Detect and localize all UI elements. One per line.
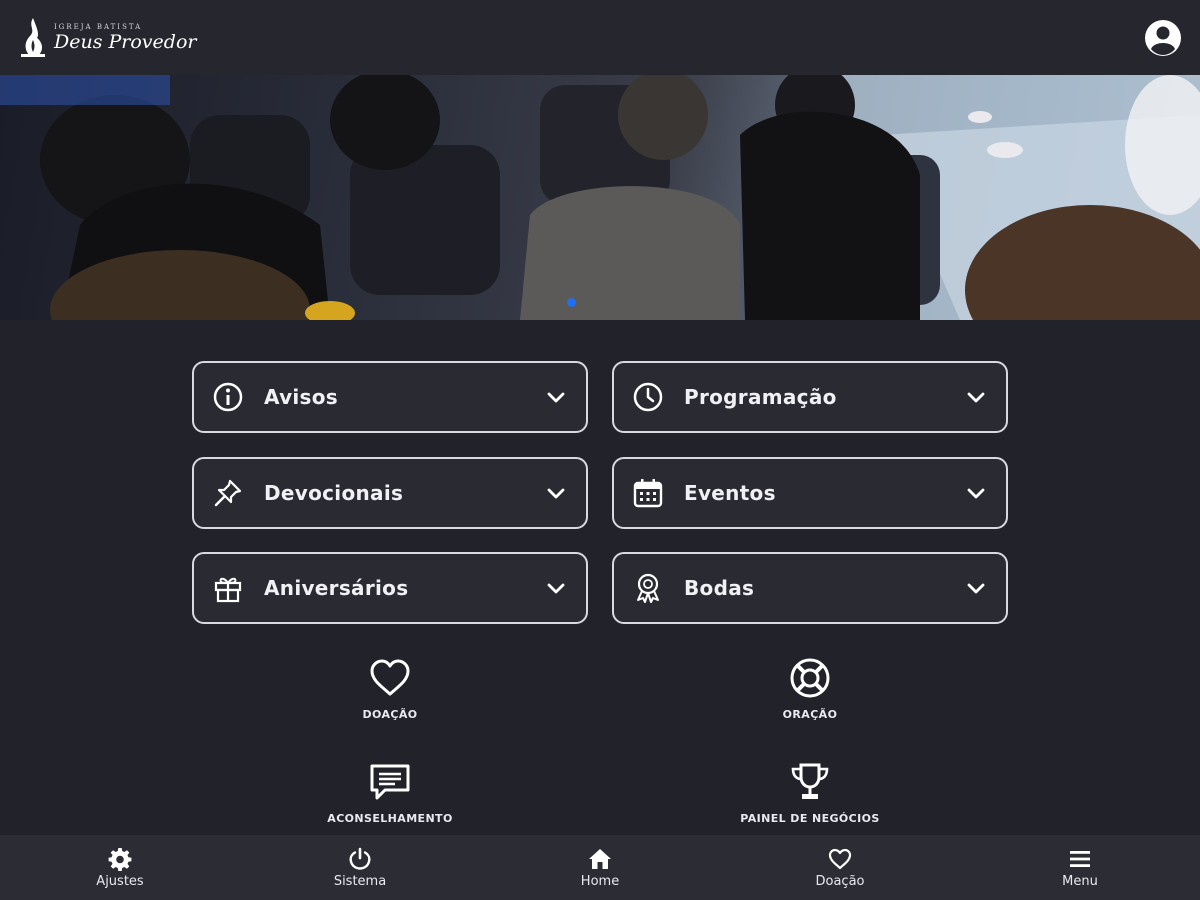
card-label: Devocionais [264, 481, 404, 505]
home-icon [587, 846, 613, 872]
quick-action-label: ACONSELHAMENTO [327, 812, 453, 825]
nav-item-doacao[interactable]: Doação [720, 846, 960, 889]
nav-item-home[interactable]: Home [480, 846, 720, 889]
nav-item-sistema[interactable]: Sistema [240, 846, 480, 889]
quick-action-oracao[interactable]: ORAÇÃO [710, 656, 910, 721]
nav-item-ajustes[interactable]: Ajustes [0, 846, 240, 889]
heart-icon [368, 656, 412, 700]
quick-action-label: PAINEL DE NEGÓCIOS [740, 812, 880, 825]
chevron-down-icon [547, 583, 565, 594]
card-devocionais[interactable]: Devocionais [192, 457, 588, 529]
bottom-nav: Ajustes Sistema Home Doação Menu [0, 835, 1200, 900]
card-label: Programação [684, 385, 837, 409]
quick-action-painel-de-negocios[interactable]: PAINEL DE NEGÓCIOS [710, 760, 910, 825]
award-icon [632, 572, 664, 604]
card-label: Eventos [684, 481, 776, 505]
card-programacao[interactable]: Programação [612, 361, 1008, 433]
card-avisos[interactable]: Avisos [192, 361, 588, 433]
gift-icon [212, 572, 244, 604]
pin-icon [212, 477, 244, 509]
app-header: Igreja Batista Deus Provedor [0, 0, 1200, 75]
gear-icon [107, 846, 133, 872]
hero-photo [0, 75, 1200, 320]
clock-icon [632, 381, 664, 413]
nav-label: Sistema [333, 874, 387, 889]
chevron-down-icon [547, 488, 565, 499]
quick-action-label: ORAÇÃO [782, 708, 838, 721]
chevron-down-icon [967, 583, 985, 594]
lifebuoy-icon [788, 656, 832, 700]
card-aniversarios[interactable]: Aniversários [192, 552, 588, 624]
chevron-down-icon [547, 392, 565, 403]
message-icon [368, 760, 412, 804]
power-icon [347, 846, 373, 872]
trophy-icon [788, 760, 832, 804]
account-avatar-icon[interactable] [1144, 19, 1182, 57]
chevron-down-icon [967, 392, 985, 403]
menu-icon [1067, 846, 1093, 872]
card-label: Bodas [684, 576, 755, 600]
carousel-dot-active[interactable] [567, 298, 576, 307]
card-bodas[interactable]: Bodas [612, 552, 1008, 624]
card-label: Avisos [264, 385, 339, 409]
quick-action-label: DOAÇÃO [362, 708, 418, 721]
nav-label: Home [580, 874, 620, 889]
nav-label: Menu [1062, 874, 1098, 889]
chevron-down-icon [967, 488, 985, 499]
quick-action-doacao[interactable]: DOAÇÃO [290, 656, 490, 721]
card-label: Aniversários [264, 576, 409, 600]
nav-label: Doação [815, 874, 865, 889]
card-eventos[interactable]: Eventos [612, 457, 1008, 529]
heart-icon [827, 846, 853, 872]
nav-label: Ajustes [96, 874, 144, 889]
info-icon [212, 381, 244, 413]
logo-title: Deus Provedor [54, 30, 197, 53]
flame-logo-icon [21, 17, 45, 57]
calendar-icon [632, 477, 664, 509]
quick-action-aconselhamento[interactable]: ACONSELHAMENTO [290, 760, 490, 825]
church-logo[interactable]: Igreja Batista Deus Provedor [18, 16, 196, 60]
hero-banner[interactable] [0, 75, 1200, 320]
nav-item-menu[interactable]: Menu [960, 846, 1200, 889]
logo-subtitle: Igreja Batista [54, 22, 143, 31]
